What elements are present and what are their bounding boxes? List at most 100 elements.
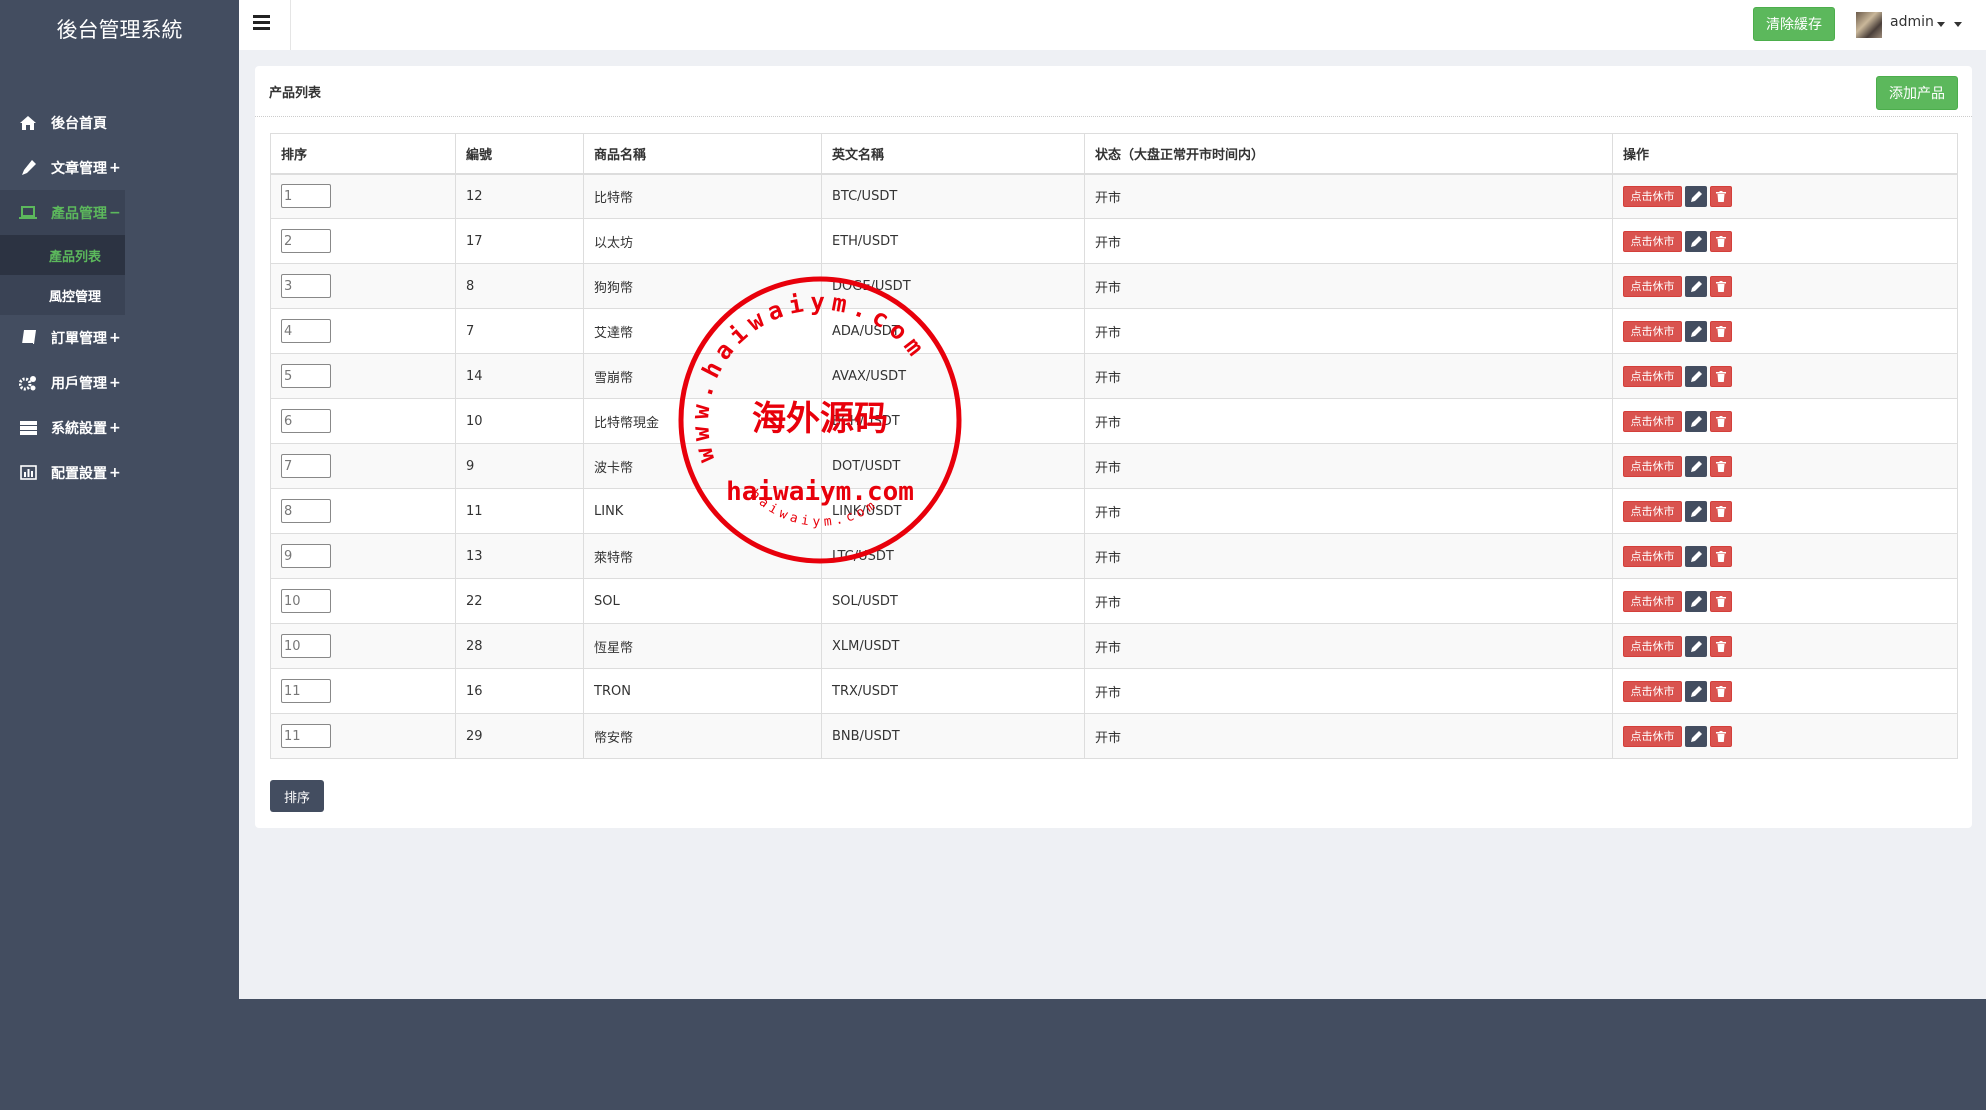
close-market-button[interactable]: 点击休市 bbox=[1623, 680, 1682, 702]
id-cell: 13 bbox=[455, 533, 584, 579]
close-market-button[interactable]: 点击休市 bbox=[1623, 230, 1682, 252]
close-market-button[interactable]: 点击休市 bbox=[1623, 725, 1682, 747]
edit-button[interactable] bbox=[1685, 185, 1707, 207]
delete-button[interactable] bbox=[1710, 545, 1732, 567]
edit-button[interactable] bbox=[1685, 590, 1707, 612]
edit-button[interactable] bbox=[1685, 320, 1707, 342]
close-market-button[interactable]: 点击休市 bbox=[1623, 500, 1682, 522]
delete-button[interactable] bbox=[1710, 500, 1732, 522]
sort-button[interactable]: 排序 bbox=[270, 780, 324, 812]
sort-order-input[interactable] bbox=[281, 589, 331, 613]
delete-button[interactable] bbox=[1710, 590, 1732, 612]
column-header: 排序 bbox=[270, 133, 456, 175]
sort-order-input[interactable] bbox=[281, 724, 331, 748]
sort-order-input[interactable] bbox=[281, 409, 331, 433]
trash-icon bbox=[1716, 325, 1726, 337]
expand-indicator: + bbox=[109, 159, 121, 176]
english-name-cell: XLM/USDT bbox=[821, 623, 1085, 669]
delete-button[interactable] bbox=[1710, 320, 1732, 342]
edit-button[interactable] bbox=[1685, 365, 1707, 387]
pencil-icon bbox=[1690, 370, 1702, 382]
divider bbox=[255, 116, 1972, 117]
sidebar-item-7[interactable]: 配置設置 + bbox=[0, 450, 239, 495]
delete-button[interactable] bbox=[1710, 185, 1732, 207]
delete-button[interactable] bbox=[1710, 635, 1732, 657]
sidebar-item-label: 訂單管理 bbox=[51, 330, 107, 347]
sort-order-input[interactable] bbox=[281, 364, 331, 388]
edit-button[interactable] bbox=[1685, 500, 1707, 522]
sidebar-item-label: 後台首頁 bbox=[51, 115, 107, 132]
sidebar-item-5[interactable]: 用戶管理 + bbox=[0, 360, 239, 405]
sort-order-input[interactable] bbox=[281, 454, 331, 478]
trash-icon bbox=[1716, 730, 1726, 742]
sort-cell bbox=[270, 488, 456, 534]
id-cell: 17 bbox=[455, 218, 584, 264]
caret-down-icon[interactable] bbox=[1954, 22, 1962, 27]
edit-button[interactable] bbox=[1685, 230, 1707, 252]
id-cell: 12 bbox=[455, 173, 584, 219]
edit-button[interactable] bbox=[1685, 545, 1707, 567]
delete-button[interactable] bbox=[1710, 725, 1732, 747]
close-market-button[interactable]: 点击休市 bbox=[1623, 410, 1682, 432]
close-market-button[interactable]: 点击休市 bbox=[1623, 365, 1682, 387]
name-cell: 比特幣 bbox=[583, 173, 822, 219]
edit-button[interactable] bbox=[1685, 275, 1707, 297]
actions-cell: 点击休市 bbox=[1612, 173, 1958, 219]
delete-button[interactable] bbox=[1710, 275, 1732, 297]
sort-order-input[interactable] bbox=[281, 184, 331, 209]
pencil-icon bbox=[1690, 415, 1702, 427]
sort-cell bbox=[270, 533, 456, 579]
divider bbox=[290, 0, 291, 50]
menu-toggle-icon[interactable] bbox=[253, 15, 270, 30]
close-market-button[interactable]: 点击休市 bbox=[1623, 185, 1682, 207]
clear-cache-button[interactable]: 清除緩存 bbox=[1753, 7, 1835, 41]
sort-cell bbox=[270, 308, 456, 354]
sidebar-item-6[interactable]: 系統設置 + bbox=[0, 405, 239, 450]
app-title: 後台管理系統 bbox=[56, 18, 183, 42]
avatar[interactable] bbox=[1856, 12, 1882, 38]
sidebar-item-4[interactable]: 訂單管理 + bbox=[0, 315, 239, 360]
english-name-cell: DOGE/USDT bbox=[821, 263, 1085, 309]
delete-button[interactable] bbox=[1710, 680, 1732, 702]
edit-button[interactable] bbox=[1685, 725, 1707, 747]
sidebar-item-1[interactable]: 後台首頁 bbox=[0, 100, 239, 145]
column-header: 状态（大盘正常开市时间内） bbox=[1084, 133, 1613, 175]
sort-order-input[interactable] bbox=[281, 544, 331, 568]
delete-button[interactable] bbox=[1710, 230, 1732, 252]
english-name-cell: DOT/USDT bbox=[821, 443, 1085, 489]
close-market-button[interactable]: 点击休市 bbox=[1623, 455, 1682, 477]
close-market-button[interactable]: 点击休市 bbox=[1623, 635, 1682, 657]
sort-order-input[interactable] bbox=[281, 634, 331, 658]
sort-order-input[interactable] bbox=[281, 499, 331, 523]
caret-down-icon[interactable] bbox=[1937, 22, 1945, 27]
close-market-button[interactable]: 点击休市 bbox=[1623, 320, 1682, 342]
user-menu[interactable]: admin bbox=[1890, 14, 1934, 30]
id-cell: 28 bbox=[455, 623, 584, 669]
table-row: 11LINKLINK/USDT开市点击休市 bbox=[270, 488, 1958, 534]
delete-button[interactable] bbox=[1710, 455, 1732, 477]
trash-icon bbox=[1716, 685, 1726, 697]
actions-cell: 点击休市 bbox=[1612, 353, 1958, 399]
sort-order-input[interactable] bbox=[281, 229, 331, 253]
edit-button[interactable] bbox=[1685, 410, 1707, 432]
close-market-button[interactable]: 点击休市 bbox=[1623, 275, 1682, 297]
sort-order-input[interactable] bbox=[281, 274, 331, 298]
sort-order-input[interactable] bbox=[281, 319, 331, 343]
table-row: 22SOLSOL/USDT开市点击休市 bbox=[270, 578, 1958, 624]
submenu-item[interactable]: 風控管理 bbox=[0, 275, 125, 315]
sort-order-input[interactable] bbox=[281, 679, 331, 703]
close-market-button[interactable]: 点击休市 bbox=[1623, 590, 1682, 612]
english-name-cell: BCH/USDT bbox=[821, 398, 1085, 444]
close-market-button[interactable]: 点击休市 bbox=[1623, 545, 1682, 567]
id-cell: 8 bbox=[455, 263, 584, 309]
sidebar-item-3[interactable]: 產品管理 − bbox=[0, 190, 125, 235]
edit-button[interactable] bbox=[1685, 455, 1707, 477]
sidebar-item-2[interactable]: 文章管理 + bbox=[0, 145, 239, 190]
actions-cell: 点击休市 bbox=[1612, 263, 1958, 309]
add-product-button[interactable]: 添加产品 bbox=[1876, 76, 1958, 110]
edit-button[interactable] bbox=[1685, 635, 1707, 657]
delete-button[interactable] bbox=[1710, 410, 1732, 432]
delete-button[interactable] bbox=[1710, 365, 1732, 387]
edit-button[interactable] bbox=[1685, 680, 1707, 702]
submenu-item[interactable]: 產品列表 bbox=[0, 235, 125, 275]
